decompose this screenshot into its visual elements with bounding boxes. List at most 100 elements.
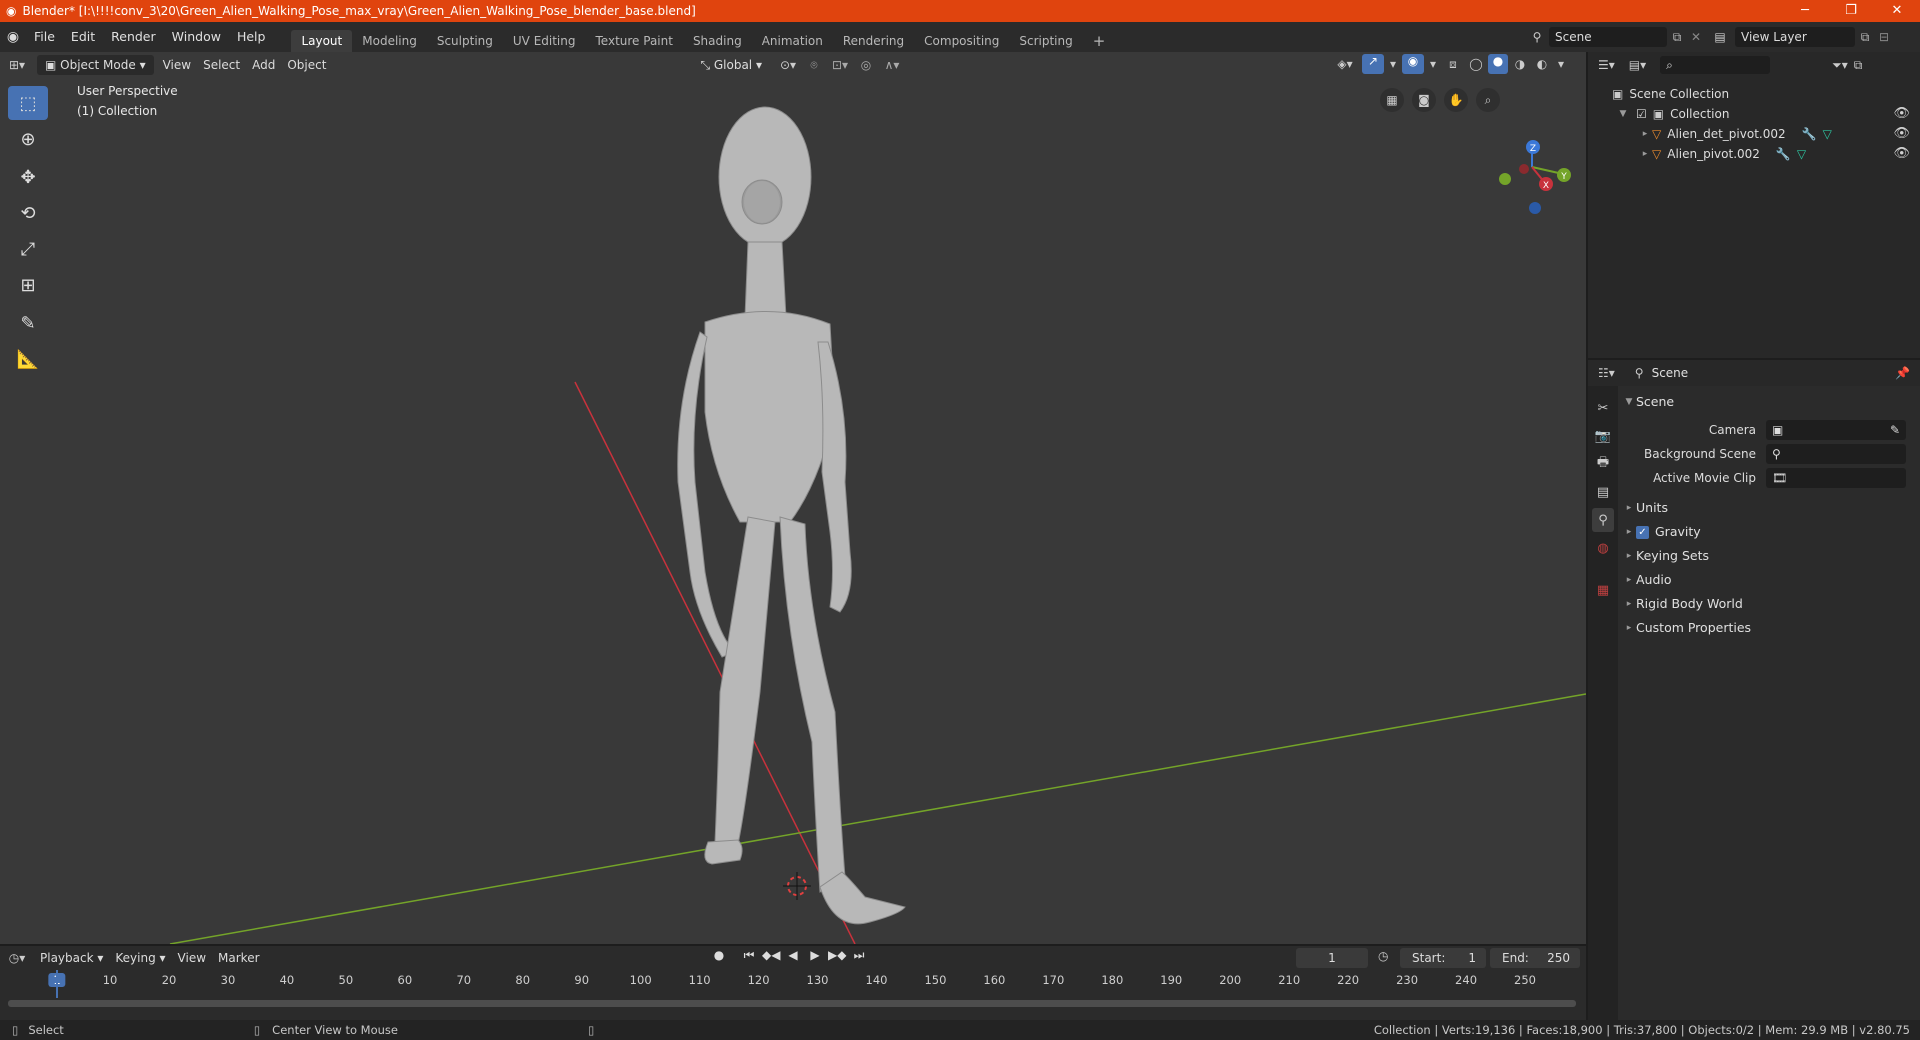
view-layer-tab-icon[interactable]: ▤ bbox=[1592, 480, 1614, 504]
tab-rendering[interactable]: Rendering bbox=[833, 30, 914, 52]
wireframe-shading-icon[interactable]: ◯ bbox=[1466, 57, 1486, 71]
jump-to-next-keyframe-icon[interactable]: ▶◆ bbox=[828, 948, 846, 963]
solid-shading-icon[interactable]: ● bbox=[1488, 54, 1508, 74]
object-expand-icon[interactable]: ▸ bbox=[1638, 124, 1652, 144]
tab-texture-paint[interactable]: Texture Paint bbox=[586, 30, 683, 52]
outliner-object-row[interactable]: ▸ ▽ Alien_pivot.002 🔧 ▽ 👁 bbox=[1588, 144, 1920, 164]
viewport-menu-add[interactable]: Add bbox=[246, 54, 281, 76]
jump-to-end-icon[interactable]: ⏭ bbox=[850, 948, 868, 963]
play-icon[interactable]: ▶ bbox=[806, 948, 824, 963]
object-visibility-eye-icon[interactable]: 👁 bbox=[1893, 144, 1910, 164]
viewport-menu-select[interactable]: Select bbox=[197, 54, 246, 76]
jump-to-start-icon[interactable]: ⏮ bbox=[740, 948, 758, 963]
eyedropper-icon[interactable]: ✎ bbox=[1890, 420, 1900, 440]
new-scene-icon[interactable]: ⧉ bbox=[1667, 30, 1687, 45]
transform-tool-icon[interactable]: ⊞ bbox=[8, 268, 48, 302]
outliner-object-row[interactable]: ▸ ▽ Alien_det_pivot.002 🔧 ▽ 👁 bbox=[1588, 124, 1920, 144]
timeline-menu-view[interactable]: View bbox=[172, 947, 212, 969]
tab-modeling[interactable]: Modeling bbox=[352, 30, 427, 52]
timeline-menu-keying[interactable]: Keying ▾ bbox=[109, 947, 171, 969]
scene-name-field[interactable]: Scene bbox=[1549, 27, 1667, 47]
render-tab-icon[interactable]: 📷 bbox=[1592, 424, 1614, 448]
custom-properties-section[interactable]: ▸ Custom Properties bbox=[1622, 616, 1918, 640]
gravity-section[interactable]: ▸ ✓ Gravity bbox=[1622, 520, 1918, 544]
minimize-button[interactable]: ─ bbox=[1782, 0, 1828, 22]
timeline-scrollbar[interactable] bbox=[8, 1000, 1576, 1007]
gizmo-toggle-icon[interactable]: ↗ bbox=[1362, 54, 1384, 74]
jump-to-prev-keyframe-icon[interactable]: ◆◀ bbox=[762, 948, 780, 963]
view-layer-field[interactable]: View Layer bbox=[1735, 27, 1855, 47]
falloff-icon[interactable]: ∧▾ bbox=[877, 58, 907, 72]
maximize-button[interactable]: ❐ bbox=[1828, 0, 1874, 22]
start-frame-field[interactable]: Start: 1 bbox=[1400, 948, 1486, 968]
mesh-data-icon[interactable]: ▽ bbox=[1797, 144, 1806, 164]
add-workspace-icon[interactable]: + bbox=[1083, 30, 1116, 52]
collection-visibility-eye-icon[interactable]: 👁 bbox=[1893, 104, 1910, 124]
gravity-checkbox[interactable]: ✓ bbox=[1636, 525, 1649, 539]
tab-layout[interactable]: Layout bbox=[291, 30, 353, 52]
new-collection-icon[interactable]: ⧉ bbox=[1854, 58, 1863, 73]
texture-tab-icon[interactable]: ▦ bbox=[1592, 578, 1614, 602]
menu-window[interactable]: Window bbox=[164, 22, 229, 52]
rendered-shading-icon[interactable]: ◐ bbox=[1532, 57, 1552, 71]
view-layer-browse-icon[interactable]: ▤ bbox=[1705, 30, 1735, 44]
collection-checkbox[interactable]: ☑ bbox=[1636, 104, 1647, 124]
menu-file[interactable]: File bbox=[26, 22, 63, 52]
menu-help[interactable]: Help bbox=[229, 22, 274, 52]
proportional-edit-icon[interactable]: ◎ bbox=[855, 58, 877, 72]
active-movie-clip-field[interactable]: 🎞 bbox=[1766, 468, 1906, 488]
viewport-menu-object[interactable]: Object bbox=[281, 54, 332, 76]
timeline-menu-playback[interactable]: Playback ▾ bbox=[34, 947, 109, 969]
material-shading-icon[interactable]: ◑ bbox=[1510, 57, 1530, 71]
annotate-tool-icon[interactable]: ✎ bbox=[8, 306, 48, 340]
tab-sculpting[interactable]: Sculpting bbox=[427, 30, 503, 52]
select-box-tool-icon[interactable]: ⬚ bbox=[8, 86, 48, 120]
auto-keying-clock-icon[interactable]: ◷ bbox=[1378, 949, 1388, 963]
scene-section-header[interactable]: ▼ Scene bbox=[1622, 390, 1918, 414]
tab-shading[interactable]: Shading bbox=[683, 30, 752, 52]
blender-menu-icon[interactable]: ◉ bbox=[0, 29, 26, 45]
background-scene-field[interactable]: ⚲ bbox=[1766, 444, 1906, 464]
outliner-filter-icon[interactable]: ⏷▾ bbox=[1832, 58, 1848, 73]
record-button-icon[interactable]: ● bbox=[710, 948, 728, 963]
outliner-display-mode-icon[interactable]: ▤▾ bbox=[1629, 58, 1646, 72]
tab-uv-editing[interactable]: UV Editing bbox=[503, 30, 586, 52]
pan-hand-icon[interactable]: ✋ bbox=[1444, 88, 1468, 112]
collection-expand-icon[interactable]: ▼ bbox=[1616, 104, 1630, 124]
3d-viewport[interactable]: Z Y X User Perspective (1) Collection ▦ … bbox=[0, 52, 1586, 944]
viewport-menu-view[interactable]: View bbox=[157, 54, 197, 76]
object-visibility-eye-icon[interactable]: 👁 bbox=[1893, 124, 1910, 144]
cursor-tool-icon[interactable]: ⊕ bbox=[8, 122, 48, 156]
measure-tool-icon[interactable]: 📐 bbox=[8, 342, 48, 376]
units-section[interactable]: ▸ Units bbox=[1622, 496, 1918, 520]
camera-view-icon[interactable]: ◙ bbox=[1412, 88, 1436, 112]
shading-dropdown-icon[interactable]: ▾ bbox=[1554, 57, 1568, 71]
outliner-editor-type-icon[interactable]: ☰▾ bbox=[1598, 58, 1615, 72]
properties-editor-type-icon[interactable]: ☷▾ bbox=[1598, 366, 1615, 380]
pivot-point-icon[interactable]: ⊙▾ bbox=[773, 58, 803, 72]
delete-scene-icon[interactable]: ✕ bbox=[1687, 30, 1705, 44]
scene-tab-icon[interactable]: ⚲ bbox=[1592, 508, 1614, 532]
menu-render[interactable]: Render bbox=[103, 22, 164, 52]
move-tool-icon[interactable]: ✥ bbox=[8, 160, 48, 194]
scale-tool-icon[interactable]: ⤢ bbox=[8, 232, 48, 266]
outliner-scene-collection[interactable]: ▣ Scene Collection bbox=[1588, 84, 1920, 104]
timeline-editor-type-icon[interactable]: ◷▾ bbox=[0, 951, 34, 965]
snap-icon[interactable]: ⌾ bbox=[803, 58, 825, 73]
overlays-toggle-icon[interactable]: ◉ bbox=[1402, 54, 1424, 74]
pin-icon[interactable]: 📌 bbox=[1895, 366, 1910, 380]
timeline-track-area[interactable] bbox=[0, 970, 1586, 1012]
modifier-wrench-icon[interactable]: 🔧 bbox=[1776, 144, 1791, 164]
current-frame-field[interactable]: 1 bbox=[1296, 948, 1368, 968]
scene-browse-icon[interactable]: ⚲ bbox=[1525, 30, 1549, 44]
outliner-search-input[interactable]: ⌕ bbox=[1660, 56, 1771, 74]
visibility-selectability-icon[interactable]: ◈▾ bbox=[1330, 57, 1360, 71]
play-reverse-icon[interactable]: ◀ bbox=[784, 948, 802, 963]
overlays-dropdown-icon[interactable]: ▾ bbox=[1426, 57, 1440, 71]
delete-view-layer-icon[interactable]: ⊟ bbox=[1875, 30, 1893, 44]
gizmo-dropdown-icon[interactable]: ▾ bbox=[1386, 57, 1400, 71]
output-tab-icon[interactable]: 🖶 bbox=[1592, 452, 1614, 476]
frame-ruler[interactable]: 1102030405060708090100110120130140150160… bbox=[0, 970, 1586, 992]
tool-settings-tab-icon[interactable]: ✂ bbox=[1592, 396, 1614, 420]
timeline-menu-marker[interactable]: Marker bbox=[212, 947, 265, 969]
